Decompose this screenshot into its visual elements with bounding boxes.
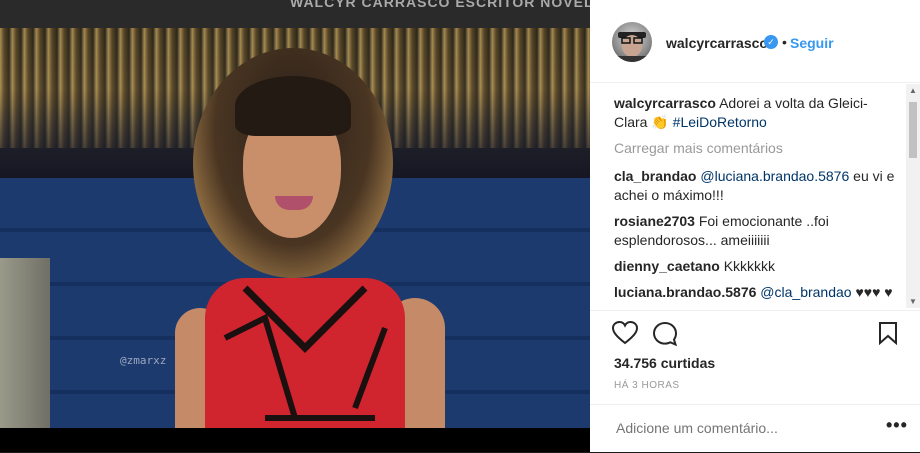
- person-figure: [175, 48, 455, 428]
- heart-icon[interactable]: [611, 320, 639, 350]
- comment-item: luciana.brandao.5876 @cla_brandao ♥♥♥ ♥: [614, 283, 900, 302]
- comment-username[interactable]: dienny_caetano: [614, 258, 720, 274]
- red-dress: [205, 278, 405, 428]
- more-options-icon[interactable]: •••: [886, 415, 908, 436]
- comment-text: ♥♥♥ ♥: [855, 284, 893, 300]
- caption-hashtag[interactable]: #LeiDoRetorno: [673, 114, 767, 130]
- comment-mention[interactable]: @luciana.brandao.5876: [700, 168, 849, 184]
- post-header: walcyrcarrasco ✓ • Seguir: [590, 0, 920, 83]
- dress-straps: [223, 285, 388, 421]
- scroll-down-arrow-icon[interactable]: ▼: [909, 297, 917, 306]
- photo-watermark: @zmarxz: [120, 354, 167, 367]
- post-username[interactable]: walcyrcarrasco: [666, 35, 768, 51]
- scroll-up-arrow-icon[interactable]: ▲: [909, 86, 917, 95]
- comments-scrollbar[interactable]: ▲ ▼: [906, 84, 920, 308]
- comment-input[interactable]: [614, 419, 868, 437]
- likes-count[interactable]: 34.756 curtidas: [614, 355, 715, 371]
- comments-list: walcyrcarrasco Adorei a volta da Gleici-…: [614, 94, 900, 308]
- bookmark-icon[interactable]: [878, 321, 898, 350]
- comment-bubble-icon[interactable]: [652, 321, 678, 352]
- avatar[interactable]: [612, 22, 652, 62]
- post-actions: [590, 310, 920, 355]
- comment-username[interactable]: luciana.brandao.5876: [614, 284, 756, 300]
- comment-username[interactable]: rosiane2703: [614, 213, 695, 229]
- comment-mention[interactable]: @cla_brandao: [760, 284, 851, 300]
- stage-post: [0, 258, 50, 428]
- caption-username[interactable]: walcyrcarrasco: [614, 95, 716, 111]
- comment-item: cla_brandao @luciana.brandao.5876 eu vi …: [614, 167, 900, 205]
- add-comment-bar: •••: [590, 404, 920, 453]
- post-photo[interactable]: @zmarxz: [0, 28, 590, 428]
- load-more-comments-button[interactable]: Carregar mais comentários: [614, 139, 900, 158]
- photo-bottom-bar: [0, 428, 590, 452]
- follow-button[interactable]: Seguir: [790, 35, 834, 51]
- separator-dot: •: [782, 34, 787, 50]
- post-side-panel: walcyrcarrasco ✓ • Seguir walcyrcarrasco…: [590, 0, 920, 452]
- comment-item: rosiane2703 Foi emocionante ..foi esplen…: [614, 212, 900, 250]
- post-timestamp: HÁ 3 HORAS: [614, 380, 680, 391]
- comment-username[interactable]: cla_brandao: [614, 168, 696, 184]
- comment-item: dienny_caetano Kkkkkkk: [614, 257, 900, 276]
- verified-badge-icon: ✓: [764, 35, 778, 49]
- scrollbar-thumb[interactable]: [909, 102, 917, 158]
- bangs: [235, 76, 351, 136]
- caption: walcyrcarrasco Adorei a volta da Gleici-…: [614, 94, 900, 132]
- avatar-face-icon: [616, 32, 648, 62]
- comment-text: Kkkkkkk: [723, 258, 776, 274]
